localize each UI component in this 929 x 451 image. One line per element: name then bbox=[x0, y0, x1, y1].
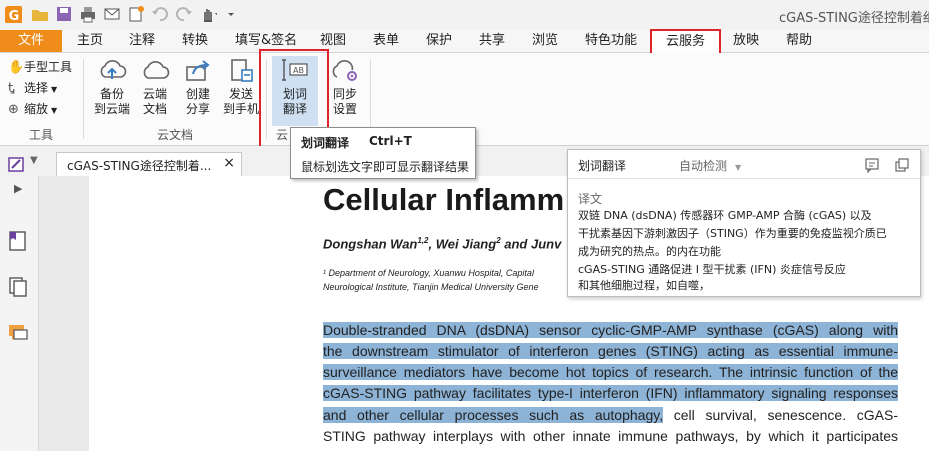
create-share-button[interactable]: 创建 分享 bbox=[177, 57, 219, 117]
send-to-phone-icon bbox=[231, 59, 253, 82]
new-document-icon[interactable] bbox=[127, 5, 145, 23]
menu-features[interactable]: 特色功能 bbox=[585, 30, 637, 52]
backup-to-cloud-button[interactable]: 备份 到云端 bbox=[91, 57, 133, 117]
abstract-line: the downstream stimulator of interferon … bbox=[323, 343, 898, 359]
cloud-upload-icon bbox=[100, 60, 127, 79]
sync-settings-button[interactable]: 同步 设置 bbox=[324, 57, 366, 117]
select-tool-button[interactable]: Ꮏ 选择 ▼ bbox=[8, 79, 57, 97]
document-list-icon[interactable] bbox=[8, 156, 26, 172]
text-select-icon: Ꮏ bbox=[8, 81, 16, 96]
send-to-phone-button[interactable]: 发送 到手机 bbox=[220, 57, 262, 117]
translation-line: 双链 DNA (dsDNA) 传感器环 GMP-AMP 合酶 (cGAS) 以及 bbox=[578, 209, 872, 222]
svg-text:AB: AB bbox=[293, 66, 304, 75]
translation-line: 成为研究的热点。的内在功能 bbox=[578, 245, 721, 258]
open-folder-icon[interactable] bbox=[31, 5, 49, 23]
menu-cloud-service[interactable]: 云服务 bbox=[650, 29, 721, 55]
menu-browse[interactable]: 浏览 bbox=[532, 30, 558, 52]
title-bar: G cGAS-STING途径控制着细 bbox=[0, 0, 929, 30]
tooltip-shortcut: Ctrl+T bbox=[369, 134, 412, 148]
pages-thumbnail-icon[interactable] bbox=[7, 276, 29, 298]
app-logo-icon[interactable]: G bbox=[4, 5, 22, 23]
side-panel: ▶ bbox=[0, 176, 39, 451]
hand-icon: ✋ bbox=[8, 60, 25, 75]
chevron-down-icon: ▼ bbox=[735, 163, 742, 172]
abstract-line: surveillance mediators have become hot t… bbox=[323, 364, 898, 380]
expand-panel-icon[interactable]: ▶ bbox=[14, 182, 22, 195]
svg-text:G: G bbox=[9, 9, 20, 23]
translation-label: 译文 bbox=[578, 192, 603, 206]
abstract-line: Double-stranded DNA (dsDNA) sensor cycli… bbox=[323, 322, 898, 338]
document-tab-label: cGAS-STING途径控制着... bbox=[67, 159, 212, 173]
redo-icon[interactable] bbox=[175, 5, 193, 23]
group-label-cloud-partial: 云 bbox=[276, 128, 289, 142]
pop-out-window-icon[interactable] bbox=[894, 157, 910, 173]
menu-help[interactable]: 帮助 bbox=[786, 30, 812, 52]
ribbon-divider bbox=[83, 59, 84, 139]
comments-icon[interactable] bbox=[7, 322, 29, 344]
cloud-sync-gear-icon bbox=[332, 60, 357, 81]
menu-home[interactable]: 主页 bbox=[77, 30, 103, 52]
zoom-tool-button[interactable]: ⊕ 缩放 ▼ bbox=[8, 100, 57, 118]
save-icon[interactable] bbox=[55, 5, 73, 23]
undo-icon[interactable] bbox=[151, 5, 169, 23]
translate-ab-icon: AB bbox=[282, 59, 308, 81]
hand-tool-quick-icon[interactable] bbox=[199, 5, 217, 23]
close-icon[interactable]: × bbox=[223, 155, 235, 171]
tooltip-title: 划词翻译 bbox=[301, 136, 350, 150]
zoom-icon: ⊕ bbox=[8, 102, 19, 117]
translation-line: cGAS-STING 通路促进 I 型干扰素 (IFN) 炎症信号反应 bbox=[578, 263, 846, 276]
tab-list-dropdown-icon[interactable]: ▼ bbox=[30, 155, 38, 166]
customize-quick-access-icon[interactable] bbox=[226, 5, 244, 23]
translate-panel-header: 划词翻译 自动检测 ▼ bbox=[568, 150, 920, 179]
abstract-line: and other cellular processes such as aut… bbox=[323, 407, 898, 423]
zoom-dropdown-icon: ▼ bbox=[51, 106, 58, 115]
language-detect-dropdown[interactable]: 自动检测 ▼ bbox=[679, 157, 741, 174]
translate-panel: 划词翻译 自动检测 ▼ 译文 双链 DNA (dsDNA) 传感器环 GMP-AM… bbox=[567, 149, 921, 297]
cloud-icon bbox=[143, 61, 170, 79]
ribbon-divider bbox=[266, 59, 267, 139]
email-icon[interactable] bbox=[103, 5, 121, 23]
document-tab[interactable]: cGAS-STING途径控制着... × bbox=[56, 152, 242, 176]
affiliation-line: Neurological Institute, Tianjin Medical … bbox=[323, 282, 539, 292]
menu-comment[interactable]: 注释 bbox=[129, 30, 155, 52]
print-icon[interactable] bbox=[79, 5, 97, 23]
select-dropdown-icon: ▼ bbox=[51, 85, 58, 94]
cloud-document-button[interactable]: 云端 文档 bbox=[134, 57, 176, 117]
menu-form[interactable]: 表单 bbox=[373, 30, 399, 52]
paper-title: Cellular Inflamm bbox=[323, 182, 565, 217]
translate-tooltip: 划词翻译 Ctrl+T 鼠标划选文字即可显示翻译结果 bbox=[290, 127, 476, 179]
menu-fill-sign[interactable]: 填写&签名 bbox=[235, 30, 297, 52]
share-arrow-icon bbox=[186, 60, 210, 81]
menu-convert[interactable]: 转换 bbox=[182, 30, 208, 52]
menu-file[interactable]: 文件 bbox=[0, 30, 62, 52]
hand-tool-button[interactable]: ✋手型工具 bbox=[8, 58, 72, 76]
menu-share[interactable]: 共享 bbox=[479, 30, 505, 52]
word-translate-button[interactable]: AB 划词 翻译 bbox=[274, 57, 316, 117]
tooltip-description: 鼠标划选文字即可显示翻译结果 bbox=[301, 160, 470, 174]
bookmark-icon[interactable] bbox=[7, 230, 29, 252]
group-label-cloud-doc: 云文档 bbox=[157, 128, 194, 142]
abstract-line: STING pathway interplays with other inna… bbox=[323, 428, 898, 444]
menu-view[interactable]: 视图 bbox=[320, 30, 346, 52]
window-title: cGAS-STING途径控制着细 bbox=[779, 11, 929, 26]
comment-icon[interactable] bbox=[864, 157, 880, 173]
translation-line: 干扰素基因下游刺激因子（STING）作为重要的免疫监视介质已 bbox=[578, 227, 887, 240]
paper-authors: Dongshan Wan1,2, Wei Jiang2 and Junv bbox=[323, 236, 562, 252]
translation-line: 和其他细胞过程，如自噬， bbox=[578, 279, 710, 292]
group-label-tools: 工具 bbox=[29, 128, 54, 142]
abstract-line: cGAS-STING pathway facilitates type-I in… bbox=[323, 385, 898, 401]
menu-protect[interactable]: 保护 bbox=[426, 30, 452, 52]
translate-panel-title: 划词翻译 bbox=[578, 159, 627, 173]
menu-bar: 文件 主页 注释 转换 填写&签名 视图 表单 保护 共享 浏览 特色功能 云服… bbox=[0, 29, 929, 55]
menu-slideshow[interactable]: 放映 bbox=[733, 30, 759, 52]
affiliation-line: ¹ Department of Neurology, Xuanwu Hospit… bbox=[323, 268, 534, 278]
